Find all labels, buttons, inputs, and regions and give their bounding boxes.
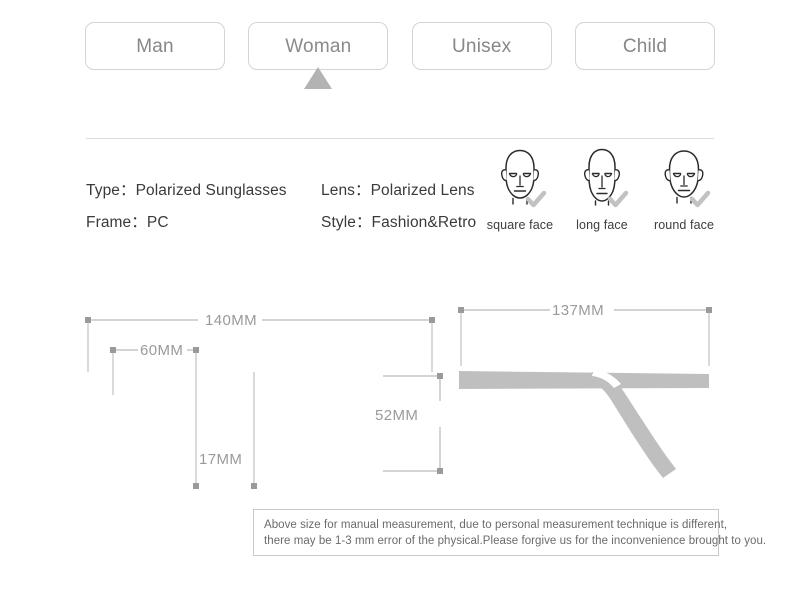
dimension-60mm: 60MM [110,342,199,470]
face-shape-list: square face long face round face [482,146,722,232]
spec-lens: Lens：Polarized Lens [321,182,475,199]
dimension-label-137mm: 137MM [552,302,604,319]
dimension-label-140mm: 140MM [205,312,257,329]
product-spec-panel: Man Woman Unisex Child Type：Polarized Su… [0,0,790,590]
face-item-long: long face [564,146,640,232]
dimension-140mm: 140MM [85,312,435,372]
category-button-woman[interactable]: Woman [248,22,389,89]
category-button-unisex[interactable]: Unisex [411,22,552,70]
long-face-icon [572,146,632,214]
dimension-label-52mm: 52MM [375,407,418,424]
face-item-round: round face [646,146,722,232]
measurement-disclaimer: Above size for manual measurement, due t… [253,509,767,556]
specification-list: Type：Polarized Sunglasses Lens：Polarized… [86,178,486,242]
dimension-label-60mm: 60MM [140,342,183,359]
size-diagram: 140MM 60MM 52MM 17MM 137MM [0,300,790,500]
section-divider [86,138,714,139]
disclaimer-line-2: there may be 1-3 mm error of the physica… [264,535,767,547]
category-selector: Man Woman Unisex Child [85,22,715,89]
selected-pointer-triangle-icon [304,67,333,89]
face-item-square: square face [482,146,558,232]
category-button-child[interactable]: Child [574,22,715,70]
face-label: square face [486,218,554,232]
spec-style: Style：Fashion&Retro [321,214,477,231]
dimension-17mm: 17MM [193,372,257,489]
category-label: Man [136,35,174,57]
spec-row: Frame：PC Style：Fashion&Retro [86,210,486,242]
category-button-man[interactable]: Man [85,22,225,70]
face-label: round face [653,218,715,232]
square-face-icon [490,146,550,214]
spec-frame: Frame：PC [86,214,169,231]
disclaimer-line-1: Above size for manual measurement, due t… [264,519,728,531]
category-label: Child [622,35,668,57]
glasses-temple-view [459,369,709,478]
dimension-label-17mm: 17MM [199,451,242,468]
round-face-icon [654,146,714,214]
spec-type: Type：Polarized Sunglasses [86,182,287,199]
spec-row: Type：Polarized Sunglasses Lens：Polarized… [86,178,486,210]
dimension-137mm: 137MM [458,302,712,366]
dimension-52mm: 52MM [375,373,443,474]
category-label: Woman [285,35,352,57]
category-label: Unisex [452,35,512,57]
face-label: long face [576,218,628,232]
